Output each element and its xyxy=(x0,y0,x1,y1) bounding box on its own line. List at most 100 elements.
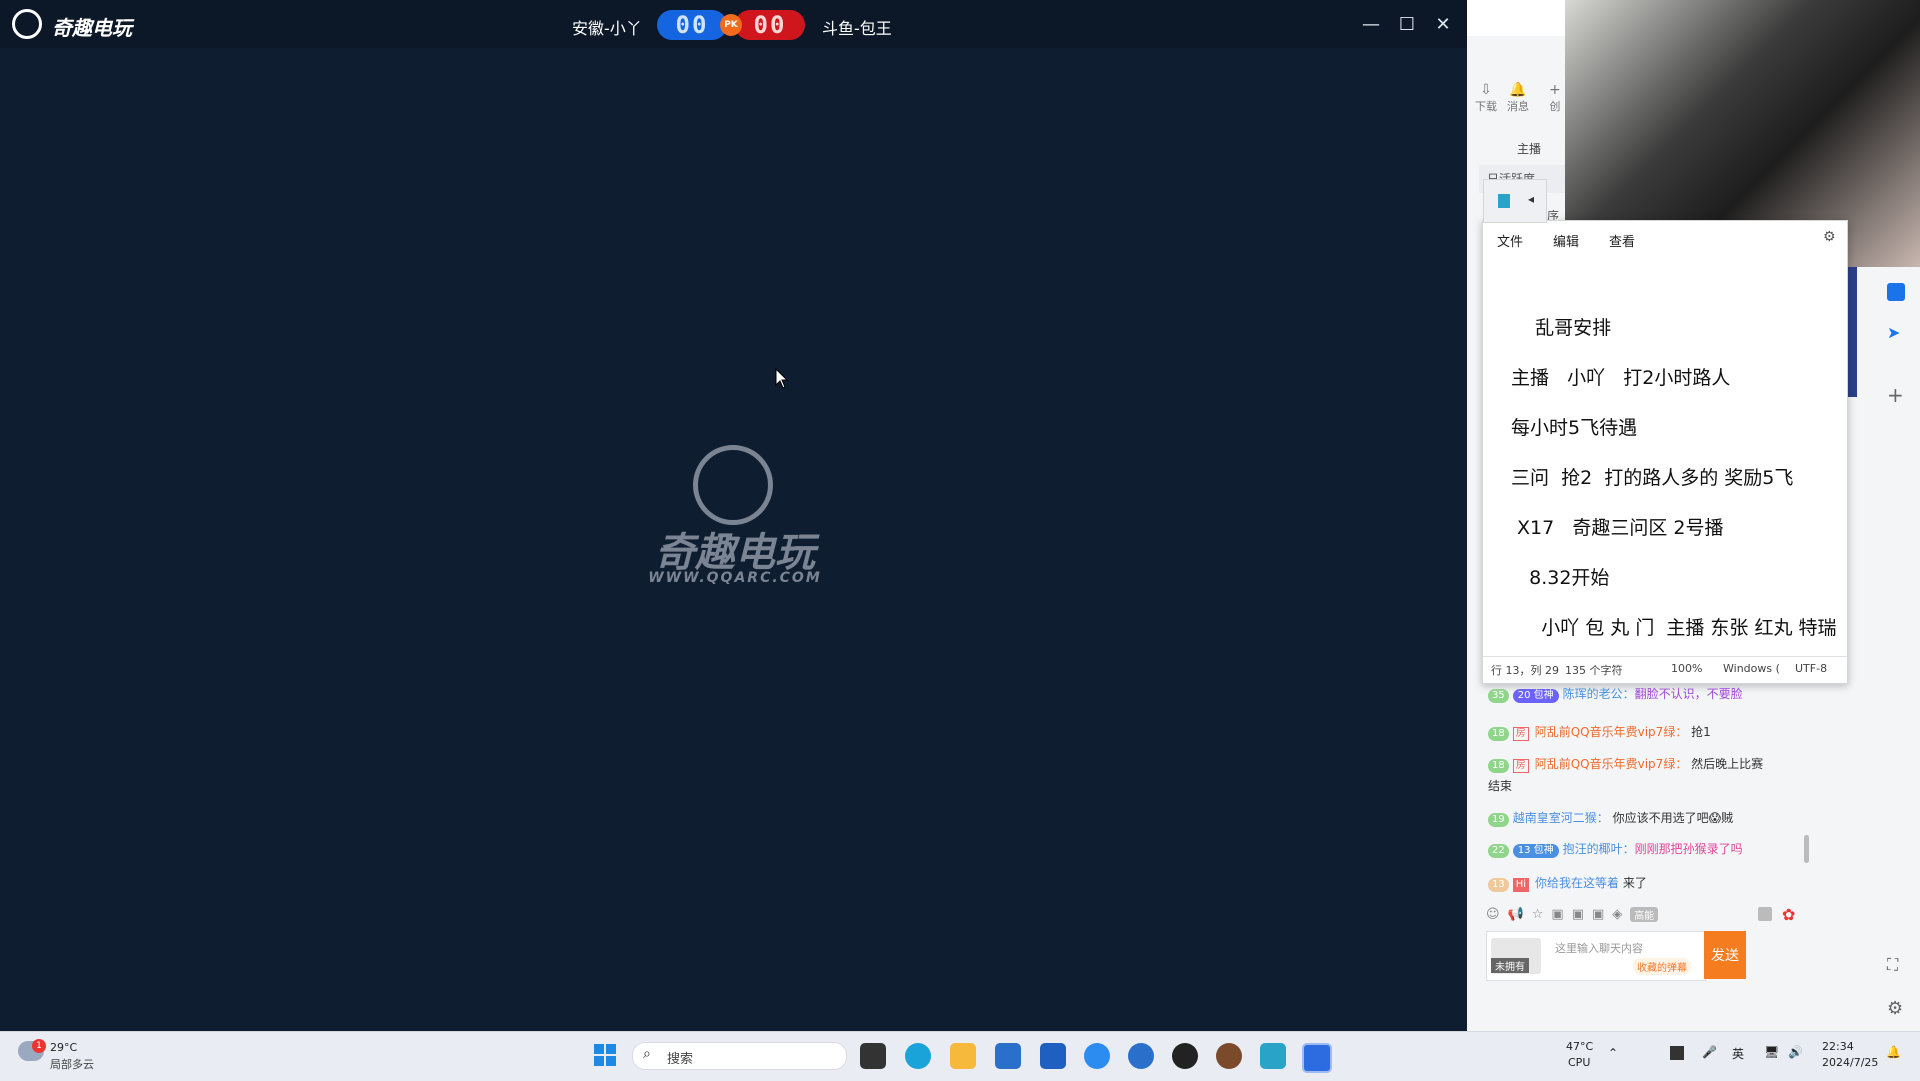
status-position: 行 13，列 29 xyxy=(1491,664,1559,677)
weather-desc[interactable]: 局部多云 xyxy=(50,1056,94,1072)
mail-icon[interactable] xyxy=(1040,1043,1066,1069)
broadcast-icon[interactable]: 📢 xyxy=(1508,907,1524,922)
avatar-app-icon[interactable] xyxy=(1216,1043,1242,1069)
watermark-url: WWW.QQARC.COM xyxy=(648,570,822,586)
mouse-cursor-icon xyxy=(775,368,789,389)
note-line: 乱哥安排 xyxy=(1511,317,1612,339)
notification-bell-icon[interactable]: 🔔 xyxy=(1886,1045,1901,1059)
red-envelope-icon[interactable]: ✿ xyxy=(1782,905,1795,924)
chat-scrollbar[interactable] xyxy=(1804,835,1809,863)
pin-app-icon[interactable] xyxy=(1128,1043,1154,1069)
clock-date[interactable]: 2024/7/25 xyxy=(1822,1056,1878,1069)
game-title-bar: 奇趣电玩 安徽-小丫 00 00 PK 斗鱼-包王 — ☐ ✕ xyxy=(0,0,1467,48)
nvidia-icon[interactable] xyxy=(1670,1046,1684,1060)
start-button[interactable] xyxy=(594,1044,616,1066)
chat-message: 18 房阿乱前QQ音乐年费vip7绿： 然后晚上比赛 xyxy=(1488,755,1763,773)
chat-input-field[interactable]: 这里输入聊天内容 xyxy=(1555,940,1643,956)
search-placeholder: 搜索 xyxy=(667,1052,694,1067)
block-icon[interactable] xyxy=(1758,907,1772,921)
add-icon[interactable]: + xyxy=(1887,383,1904,407)
chat-toolbar: ☺ 📢 ☆ ▣ ▣ ▣ ◈ 高能 xyxy=(1486,907,1659,922)
cpu-label: CPU xyxy=(1568,1056,1591,1069)
card-icon[interactable]: ▣ xyxy=(1592,907,1604,922)
chat-message: 22 13 包神 抱汪的椰叶：刚刚那把孙猴录了吗 xyxy=(1488,840,1743,858)
file-explorer-icon[interactable] xyxy=(950,1043,976,1069)
notepad-tab[interactable]: ◂ xyxy=(1483,179,1547,223)
tab-arrow-icon[interactable]: ◂ xyxy=(1528,192,1534,206)
download-button[interactable]: ⇩ 下载 xyxy=(1475,82,1497,114)
minimize-button[interactable]: — xyxy=(1356,9,1386,39)
obs-icon[interactable] xyxy=(1172,1043,1198,1069)
close-button[interactable]: ✕ xyxy=(1428,9,1458,39)
clock-time[interactable]: 22:34 xyxy=(1822,1040,1854,1053)
bell-icon: 🔔 xyxy=(1509,82,1527,98)
send-icon[interactable]: ➤ xyxy=(1887,323,1905,342)
note-line: X17 奇趣三问区 2号播 xyxy=(1511,517,1724,539)
taskbar-search[interactable]: ⌕ 搜索 xyxy=(632,1042,847,1070)
weather-temp[interactable]: 29°C xyxy=(50,1041,77,1054)
note-line: 三问 抢2 打的路人多的 奖励5飞 xyxy=(1511,467,1794,489)
network-icon[interactable]: 🖥 xyxy=(1764,1045,1779,1059)
high-energy-button[interactable]: 高能 xyxy=(1630,907,1659,922)
search-icon: ⌕ xyxy=(643,1046,651,1062)
edge-icon[interactable] xyxy=(905,1043,931,1069)
right-player-name: 斗鱼-包王 xyxy=(822,19,892,38)
notepad-window: ◂ 文件 编辑 查看 ⚙ 乱哥安排 主播 小吖 打2小时路人 每小时5飞待遇 三… xyxy=(1482,179,1848,684)
app-logo-text: 奇趣电玩 xyxy=(52,16,132,40)
status-divider xyxy=(1483,656,1847,657)
watermark-logo-icon xyxy=(693,445,773,525)
status-eol: Windows ( xyxy=(1723,662,1780,675)
note-line: 小吖 包 丸 门 主播 东张 红丸 特瑞 xyxy=(1511,617,1837,639)
chat-message: 13 Hi 你给我在这等着 来了 xyxy=(1488,874,1647,892)
chat-message: 19 越南皇室河二猴： 你应该不用选了吧😱贼 xyxy=(1488,809,1733,827)
send-button[interactable]: 发送 xyxy=(1704,931,1746,979)
left-player-name: 安徽-小丫 xyxy=(572,19,642,38)
maximize-button[interactable]: ☐ xyxy=(1392,9,1422,39)
anchor-label: 主播 xyxy=(1517,142,1542,156)
weather-badge: 1 xyxy=(32,1039,46,1053)
task-view-icon[interactable] xyxy=(860,1043,886,1069)
status-chars: 135 个字符 xyxy=(1565,664,1623,677)
volume-icon[interactable]: 🔊 xyxy=(1788,1045,1803,1059)
panel-header xyxy=(1467,0,1565,36)
pk-badge: PK xyxy=(720,14,742,36)
download-icon: ⇩ xyxy=(1480,82,1492,98)
cpu-temp[interactable]: 47°C xyxy=(1566,1040,1593,1053)
menu-view[interactable]: 查看 xyxy=(1609,231,1635,250)
status-encoding: UTF-8 xyxy=(1795,662,1828,675)
screenshot-icon[interactable]: ⛶ xyxy=(1887,955,1898,975)
status-zoom: 100% xyxy=(1671,662,1703,675)
show-hidden-icons-icon[interactable]: ⌃ xyxy=(1608,1046,1618,1060)
create-icon: + xyxy=(1549,82,1561,98)
notepad-icon xyxy=(1498,194,1510,208)
create-button[interactable]: + 创 xyxy=(1549,82,1561,114)
fan-icon[interactable]: ▣ xyxy=(1551,907,1563,922)
outlook-icon[interactable] xyxy=(1887,283,1905,301)
store-icon[interactable] xyxy=(995,1043,1021,1069)
app-logo-icon xyxy=(12,9,42,39)
microphone-icon[interactable]: 🎤 xyxy=(1702,1045,1717,1059)
note-line: 主播 小吖 打2小时路人 xyxy=(1511,367,1731,389)
right-score: 00 xyxy=(735,10,805,40)
emoji-icon[interactable]: ☺ xyxy=(1486,907,1500,922)
note-line: 8.32开始 xyxy=(1511,567,1610,589)
menu-file[interactable]: 文件 xyxy=(1497,231,1523,250)
ime-indicator[interactable]: 英 xyxy=(1732,1045,1744,1062)
notepad-settings-icon[interactable]: ⚙ xyxy=(1823,229,1836,245)
note-line: 每小时5飞待遇 xyxy=(1511,417,1638,439)
star-icon[interactable]: ☆ xyxy=(1532,907,1544,922)
favorite-danmaku-button[interactable]: 收藏的弹幕 xyxy=(1633,958,1691,975)
qiqu-app-icon[interactable] xyxy=(1302,1043,1332,1073)
gift-icon[interactable]: ▣ xyxy=(1572,907,1584,922)
chat-message: 35 20 包神 陈珲的老公：翻脸不认识，不要脸 xyxy=(1488,685,1743,703)
notepad-taskbar-icon[interactable] xyxy=(1260,1043,1286,1069)
message-button[interactable]: 🔔 消息 xyxy=(1507,82,1529,114)
chat-message-cont: 结束 xyxy=(1488,779,1513,793)
menu-edit[interactable]: 编辑 xyxy=(1553,231,1579,250)
settings-gear-icon[interactable]: ⚙ xyxy=(1887,998,1903,1019)
noble-icon[interactable]: ◈ xyxy=(1612,907,1622,922)
kugou-icon[interactable] xyxy=(1084,1043,1110,1069)
left-score: 00 xyxy=(657,10,727,40)
game-window: 奇趣电玩 安徽-小丫 00 00 PK 斗鱼-包王 — ☐ ✕ 奇趣电玩 WWW… xyxy=(0,0,1467,1031)
chat-input-box: 未拥有 这里输入聊天内容 收藏的弹幕 xyxy=(1486,931,1706,981)
